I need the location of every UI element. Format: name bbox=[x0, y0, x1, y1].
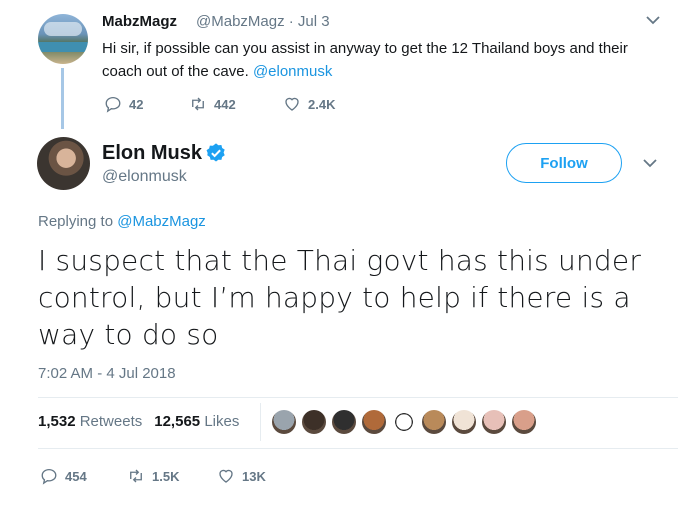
retweet-action[interactable]: 1.5K bbox=[127, 467, 179, 485]
like-action[interactable]: 2.4K bbox=[283, 95, 335, 113]
divider bbox=[38, 397, 678, 398]
stats-separator bbox=[260, 403, 261, 441]
chevron-down-icon[interactable] bbox=[642, 155, 658, 171]
reply-count: 454 bbox=[65, 468, 87, 484]
likes-stat[interactable]: 12,565 Likes bbox=[154, 413, 239, 430]
like-count: 13K bbox=[242, 468, 266, 484]
retweet-icon bbox=[192, 97, 204, 111]
liker-avatar[interactable] bbox=[510, 408, 538, 436]
author-name[interactable]: Elon Musk bbox=[102, 142, 202, 165]
liker-avatar[interactable] bbox=[330, 408, 358, 436]
liker-avatar[interactable] bbox=[300, 408, 328, 436]
likes-stat-count: 12,565 bbox=[154, 413, 201, 430]
thread-connector-line bbox=[61, 68, 64, 129]
reply-tweet-body: Hi sir, if possible can you assist in an… bbox=[102, 40, 628, 80]
retweet-icon bbox=[130, 469, 142, 483]
likes-stat-label: Likes bbox=[204, 413, 240, 430]
tweet-timestamp[interactable]: 7:02 AM - 4 Jul 2018 bbox=[38, 365, 176, 382]
heart-icon bbox=[285, 97, 299, 111]
retweet-action[interactable]: 442 bbox=[189, 95, 236, 113]
reply-action[interactable]: 42 bbox=[104, 95, 143, 113]
liker-avatar[interactable] bbox=[450, 408, 478, 436]
mention-link[interactable]: @elonmusk bbox=[253, 63, 332, 80]
tweet-text: I suspect that the Thai govt has this un… bbox=[38, 244, 642, 351]
reply-tweet-text: Hi sir, if possible can you assist in an… bbox=[102, 37, 672, 83]
reply-action[interactable]: 454 bbox=[40, 467, 87, 485]
follow-button[interactable]: Follow bbox=[506, 143, 622, 183]
replying-to-link[interactable]: @MabzMagz bbox=[117, 213, 206, 230]
heart-icon bbox=[219, 469, 233, 483]
retweets-stat-count: 1,532 bbox=[38, 413, 76, 430]
liker-avatars bbox=[270, 408, 540, 436]
reply-author-name[interactable]: MabzMagz bbox=[102, 13, 177, 30]
verified-badge-icon bbox=[206, 143, 225, 162]
reply-count: 42 bbox=[129, 96, 144, 112]
reply-icon bbox=[105, 96, 121, 113]
replying-prefix: Replying to bbox=[38, 213, 114, 230]
mabzmagz-avatar[interactable] bbox=[38, 14, 88, 64]
replying-to: Replying to @MabzMagz bbox=[38, 213, 206, 230]
liker-avatar[interactable] bbox=[420, 408, 448, 436]
elonmusk-avatar[interactable] bbox=[37, 137, 90, 190]
retweet-count: 442 bbox=[214, 96, 236, 112]
retweets-stat-label: Retweets bbox=[79, 413, 143, 430]
liker-avatar[interactable] bbox=[480, 408, 508, 436]
tweet-stats: 1,532 Retweets 12,565 Likes bbox=[38, 413, 239, 430]
liker-avatar[interactable] bbox=[390, 408, 418, 436]
divider bbox=[38, 448, 678, 449]
reply-author-handle-time[interactable]: @MabzMagz · Jul 3 bbox=[196, 13, 330, 30]
liker-avatar[interactable] bbox=[360, 408, 388, 436]
like-count: 2.4K bbox=[308, 96, 336, 112]
chevron-down-icon[interactable] bbox=[645, 12, 661, 28]
retweet-count: 1.5K bbox=[152, 468, 180, 484]
retweets-stat[interactable]: 1,532 Retweets bbox=[38, 413, 142, 430]
like-action[interactable]: 13K bbox=[217, 467, 266, 485]
reply-icon bbox=[41, 468, 57, 485]
author-handle[interactable]: @elonmusk bbox=[102, 168, 187, 186]
liker-avatar[interactable] bbox=[270, 408, 298, 436]
